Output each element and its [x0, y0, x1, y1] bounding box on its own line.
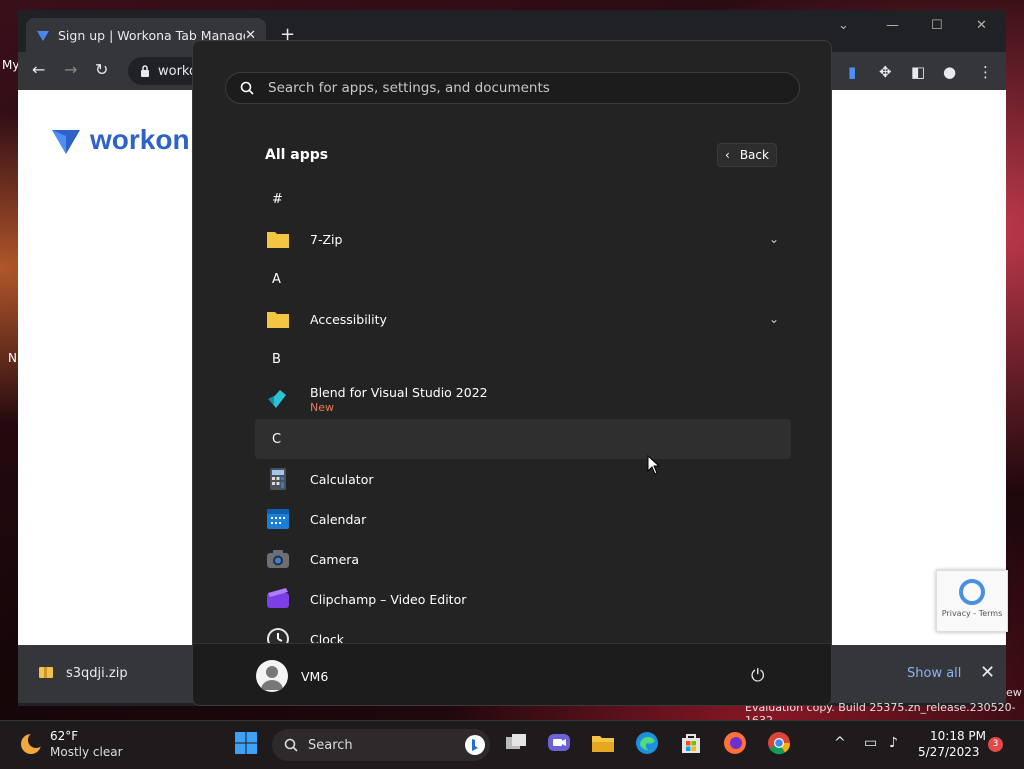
bing-icon[interactable]: [464, 734, 486, 756]
reload-icon[interactable]: ↻: [95, 60, 108, 79]
profile-icon[interactable]: ●: [943, 63, 956, 81]
recaptcha-icon: [959, 579, 985, 605]
clock-time[interactable]: 10:18 PM: [926, 729, 986, 743]
windows-start-icon[interactable]: [234, 731, 258, 755]
start-menu: All apps ‹ Back # 7-Zip ⌄ A Accessibilit…: [192, 40, 832, 706]
folder-icon: [267, 232, 289, 248]
chrome-icon[interactable]: [767, 731, 791, 755]
section-letter: A: [272, 271, 281, 287]
notification-badge[interactable]: 3: [988, 737, 1003, 752]
section-letter-c[interactable]: C: [255, 419, 791, 459]
app-item-7zip[interactable]: 7-Zip ⌄: [255, 219, 791, 259]
app-name: 7-Zip: [310, 231, 343, 247]
minimize-icon[interactable]: —: [886, 18, 899, 33]
user-name[interactable]: VM6: [301, 669, 328, 684]
app-name: Clipchamp – Video Editor: [310, 591, 467, 607]
back-arrow-icon[interactable]: ←: [32, 60, 45, 79]
clipchamp-icon: [267, 588, 289, 608]
app-name: Calculator: [310, 471, 374, 487]
microsoft-store-icon[interactable]: [679, 731, 703, 755]
all-apps-list: # 7-Zip ⌄ A Accessibility ⌄ B Blend for …: [255, 179, 791, 649]
app-item-camera[interactable]: Camera: [255, 539, 791, 579]
section-letter: #: [272, 191, 283, 207]
app-item-blend[interactable]: Blend for Visual Studio 2022 New: [255, 379, 791, 419]
section-letter-b[interactable]: B: [255, 339, 791, 379]
folder-icon: [267, 312, 289, 328]
app-name: Camera: [310, 551, 360, 567]
workona-logo: workon: [50, 124, 190, 156]
recaptcha-badge[interactable]: Privacy - Terms: [936, 570, 1008, 632]
desktop-icon-label[interactable]: N: [8, 351, 17, 365]
workona-favicon-icon: [37, 31, 49, 41]
recaptcha-links[interactable]: Privacy - Terms: [937, 609, 1007, 618]
calendar-icon: [267, 509, 289, 529]
mouse-cursor-icon: [647, 455, 661, 475]
lock-icon: [141, 65, 149, 77]
taskbar: 62°F Mostly clear Search ^ ▭ ♪ 10:18 PM …: [0, 720, 1024, 769]
app-item-calculator[interactable]: Calculator: [255, 459, 791, 499]
watermark-fragment: ew: [1006, 686, 1022, 699]
new-badge: New: [310, 401, 334, 414]
search-icon: [284, 738, 298, 752]
close-window-icon[interactable]: ✕: [976, 18, 987, 33]
zip-file-icon: [39, 667, 53, 678]
extensions-puzzle-icon[interactable]: ✥: [879, 63, 892, 81]
camera-icon: [267, 550, 289, 568]
chevron-up-icon[interactable]: ^: [834, 735, 846, 751]
taskbar-search[interactable]: Search: [272, 729, 490, 761]
volume-icon[interactable]: ♪: [889, 735, 898, 751]
section-letter-a[interactable]: A: [255, 259, 791, 299]
weather-temperature[interactable]: 62°F: [50, 729, 78, 743]
weather-moon-icon[interactable]: [18, 731, 44, 757]
task-view-icon[interactable]: [504, 731, 528, 755]
chevron-down-icon[interactable]: ⌄: [769, 232, 779, 246]
close-download-bar-icon[interactable]: ✕: [980, 662, 995, 683]
tab-search-icon[interactable]: ⌄: [838, 18, 849, 33]
app-name: Blend for Visual Studio 2022: [310, 385, 488, 400]
download-file-name[interactable]: s3qdji.zip: [66, 666, 128, 681]
taskbar-search-label: Search: [308, 737, 353, 753]
clock-date[interactable]: 5/27/2023: [918, 745, 980, 759]
app-name: Calendar: [310, 511, 367, 527]
all-apps-heading: All apps: [265, 147, 329, 163]
desktop-icon-label[interactable]: My: [2, 58, 19, 72]
section-letter: B: [272, 351, 281, 367]
network-icon[interactable]: ▭: [864, 735, 877, 751]
app-item-clipchamp[interactable]: Clipchamp – Video Editor: [255, 579, 791, 619]
back-button-label: Back: [739, 148, 769, 162]
start-footer: VM6 ⏻: [193, 643, 831, 705]
section-letter-hash[interactable]: #: [255, 179, 791, 219]
user-avatar-icon: [261, 666, 283, 690]
firefox-icon[interactable]: [723, 731, 747, 755]
calculator-icon: [270, 468, 286, 490]
section-letter: C: [272, 431, 282, 447]
app-item-calendar[interactable]: Calendar: [255, 499, 791, 539]
edge-icon[interactable]: [635, 731, 659, 755]
power-icon[interactable]: ⏻: [751, 666, 764, 686]
chevron-down-icon[interactable]: ⌄: [769, 312, 779, 326]
back-button[interactable]: ‹ Back: [717, 143, 777, 167]
blend-icon: [268, 390, 286, 408]
search-icon: [240, 81, 254, 95]
side-panel-icon[interactable]: ◧: [911, 63, 925, 81]
workona-logo-icon: [52, 130, 80, 154]
more-menu-icon[interactable]: ⋮: [978, 63, 993, 81]
start-search-box[interactable]: [225, 72, 800, 104]
app-item-accessibility[interactable]: Accessibility ⌄: [255, 299, 791, 339]
workona-extension-icon[interactable]: ▮: [848, 63, 856, 81]
app-name: Accessibility: [310, 311, 387, 327]
forward-arrow-icon[interactable]: →: [64, 60, 77, 79]
teams-chat-icon[interactable]: [547, 731, 571, 755]
file-explorer-icon[interactable]: [591, 731, 615, 755]
weather-description[interactable]: Mostly clear: [50, 745, 123, 759]
chevron-left-icon: ‹: [725, 148, 730, 162]
brand-name: workon: [90, 124, 190, 155]
show-all-downloads-link[interactable]: Show all: [907, 666, 961, 681]
maximize-icon[interactable]: ☐: [931, 18, 943, 33]
start-search-input[interactable]: [266, 79, 770, 97]
avatar[interactable]: [256, 660, 288, 692]
